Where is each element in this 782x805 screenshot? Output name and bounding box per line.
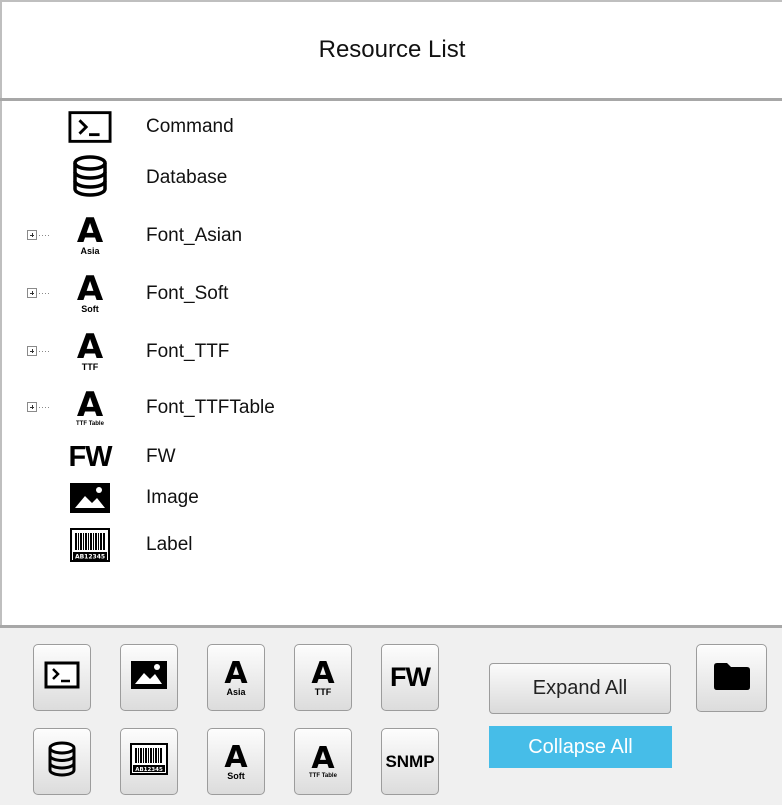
svg-text:AB12345: AB12345 bbox=[75, 554, 105, 561]
font-ttf-table-icon: A TTF Table bbox=[76, 384, 104, 427]
add-command-button[interactable] bbox=[33, 644, 91, 711]
tree-item-label-resource[interactable]: AB12345 Label bbox=[2, 521, 782, 569]
tree-connector bbox=[39, 407, 51, 408]
fw-button[interactable]: FW bbox=[381, 644, 439, 711]
resource-list-panel: Resource List Command Database A Asia Fo… bbox=[0, 0, 782, 805]
tree-item-label: Database bbox=[146, 167, 228, 188]
tree-item-font-ttf[interactable]: A TTF Font_TTF bbox=[2, 327, 782, 375]
collapse-all-button[interactable]: Collapse All bbox=[489, 726, 672, 768]
barcode-label-icon: AB12345 bbox=[130, 743, 168, 780]
expand-toggle-icon[interactable] bbox=[27, 346, 37, 356]
font-ttf-table-icon: A TTF Table bbox=[309, 741, 337, 780]
barcode-label-icon: AB12345 bbox=[68, 523, 112, 567]
page-title: Resource List bbox=[318, 36, 466, 63]
fw-icon: FW bbox=[68, 440, 112, 473]
svg-text:AB12345: AB12345 bbox=[135, 767, 163, 773]
image-icon bbox=[130, 660, 168, 695]
tree-item-command[interactable]: Command bbox=[2, 103, 782, 151]
tree-item-label: Label bbox=[146, 534, 193, 555]
expand-toggle-icon[interactable] bbox=[27, 230, 37, 240]
snmp-icon: SNMP bbox=[385, 751, 435, 771]
fw-icon: FW bbox=[390, 662, 431, 692]
tree-item-database[interactable]: Database bbox=[2, 153, 782, 201]
add-font-ttf-button[interactable]: A TTF bbox=[294, 644, 352, 711]
tree-item-font-asian[interactable]: A Asia Font_Asian bbox=[2, 211, 782, 259]
add-font-soft-button[interactable]: A Soft bbox=[207, 728, 265, 795]
tree-item-label: Font_Soft bbox=[146, 283, 229, 304]
tree-connector bbox=[39, 351, 51, 352]
resource-tree[interactable]: Command Database A Asia Font_Asian A Sof… bbox=[2, 101, 782, 625]
tree-item-label: Font_TTFTable bbox=[146, 397, 275, 418]
add-image-button[interactable] bbox=[120, 644, 178, 711]
tree-item-label: Font_Asian bbox=[146, 225, 243, 246]
database-icon bbox=[47, 741, 77, 782]
expand-all-button[interactable]: Expand All bbox=[489, 663, 671, 714]
font-asia-icon: A Asia bbox=[76, 211, 104, 256]
tree-connector bbox=[39, 235, 51, 236]
tree-item-label: Font_TTF bbox=[146, 341, 230, 362]
open-folder-button[interactable] bbox=[696, 644, 767, 712]
terminal-icon bbox=[68, 105, 112, 149]
resource-toolbar: A Asia A TTF FW AB12345 A Soft A TTF Tab… bbox=[0, 628, 782, 805]
tree-item-label: FW bbox=[146, 446, 176, 467]
tree-item-font-soft[interactable]: A Soft Font_Soft bbox=[2, 269, 782, 317]
terminal-icon bbox=[44, 661, 80, 694]
database-icon bbox=[68, 154, 112, 198]
add-database-button[interactable] bbox=[33, 728, 91, 795]
font-asia-icon: A Asia bbox=[224, 655, 248, 697]
tree-item-font-ttftable[interactable]: A TTF Table Font_TTFTable bbox=[2, 383, 782, 431]
tree-item-label: Image bbox=[146, 487, 199, 508]
font-soft-icon: A Soft bbox=[224, 739, 248, 781]
tree-connector bbox=[39, 293, 51, 294]
folder-icon bbox=[712, 660, 752, 697]
font-ttf-icon: A TTF bbox=[76, 327, 104, 372]
add-font-ttf-table-button[interactable]: A TTF Table bbox=[294, 728, 352, 795]
tree-item-image[interactable]: Image bbox=[2, 474, 782, 522]
add-label-button[interactable]: AB12345 bbox=[120, 728, 178, 795]
font-soft-icon: A Soft bbox=[76, 269, 104, 314]
expand-toggle-icon[interactable] bbox=[27, 288, 37, 298]
expand-toggle-icon[interactable] bbox=[27, 402, 37, 412]
image-icon bbox=[68, 476, 112, 520]
font-ttf-icon: A TTF bbox=[311, 655, 335, 697]
tree-item-label: Command bbox=[146, 116, 234, 137]
add-font-asia-button[interactable]: A Asia bbox=[207, 644, 265, 711]
snmp-button[interactable]: SNMP bbox=[381, 728, 439, 795]
